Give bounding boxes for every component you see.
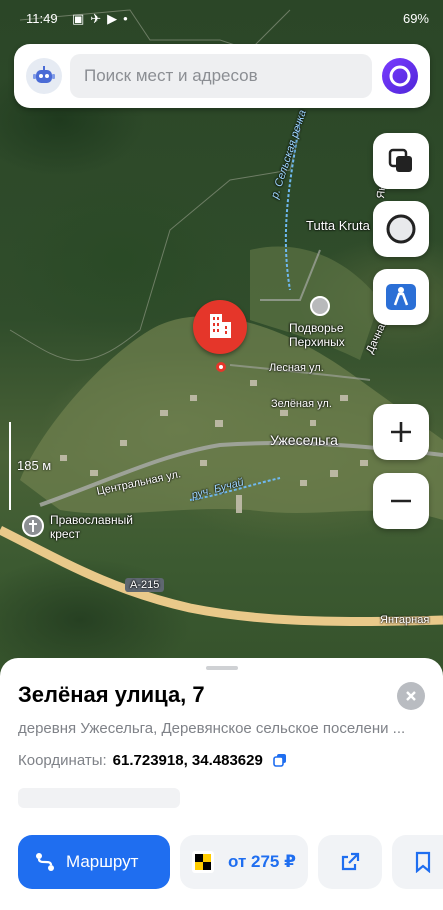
search-bar: Поиск мест и адресов [14,44,430,108]
taxi-button[interactable]: от 275 ₽ [180,835,308,889]
voice-assistant-icon[interactable] [382,58,418,94]
road-shield-a215: А-215 [125,578,165,592]
pin-anchor-dot [216,362,226,372]
scale-bar [9,422,11,510]
selected-place-pin[interactable] [193,300,247,354]
copy-icon[interactable] [273,753,287,767]
scale-label: 185 м [17,458,52,473]
coordinates-label: Координаты: [18,752,107,769]
layers-icon [388,148,412,172]
share-icon [341,852,360,871]
cross-icon[interactable] [22,515,44,537]
place-card: Зелёная улица, 7 деревня Ужесельга, Дере… [0,658,443,910]
building-icon [210,314,231,338]
route-button[interactable]: Маршрут [18,835,170,889]
battery-level: 69% [402,11,429,26]
close-icon [406,691,416,701]
bookmark-icon [415,851,431,873]
map-label-cross[interactable]: Православный крест [50,513,133,541]
place-address: деревня Ужесельга, Деревянское сельское … [18,720,406,737]
map-label-podvorye[interactable]: Подворье Перхиных [289,321,345,349]
coordinates-value[interactable]: 61.723918, 34.483629 [113,752,263,769]
map-label-lesnaya: Лесная ул. [269,362,324,374]
taxi-price-label: от 275 ₽ [228,852,296,871]
zoom-in-button[interactable] [373,404,429,460]
map-label-uzhselga[interactable]: Ужесельга [270,433,338,447]
status-time: 11:49 [26,11,58,26]
plus-icon [391,422,411,442]
status-bar: 11:49 ▣✈▶• 69% [0,0,443,36]
alice-mode-button[interactable] [373,201,429,257]
notification-icons: ▣✈▶• [72,11,134,26]
map-label-yantarnaya: Янтарная [380,614,430,626]
map-label-tutta-kruta[interactable]: Tutta Kruta [306,219,370,233]
minus-icon [391,499,411,503]
robot-assistant-icon[interactable] [26,58,62,94]
sheet-drag-handle[interactable] [206,666,238,670]
route-label: Маршрут [66,852,139,871]
poi-dot-icon[interactable] [310,296,330,316]
zoom-out-button[interactable] [373,473,429,529]
ring-icon [386,214,416,244]
loading-placeholder [18,788,180,808]
search-input[interactable]: Поиск мест и адресов [70,54,372,98]
share-button[interactable] [318,835,382,889]
taxi-icon [192,851,214,873]
map-label-zelenaya: Зелёная ул. [271,398,332,410]
coordinates-row: Координаты: 61.723918, 34.483629 [18,752,287,769]
route-icon [36,853,54,871]
transport-button[interactable] [373,269,429,325]
place-title: Зелёная улица, 7 [18,682,205,707]
layers-button[interactable] [373,133,429,189]
close-button[interactable] [397,682,425,710]
map-person-icon [386,284,416,310]
bookmark-button[interactable] [392,835,443,889]
